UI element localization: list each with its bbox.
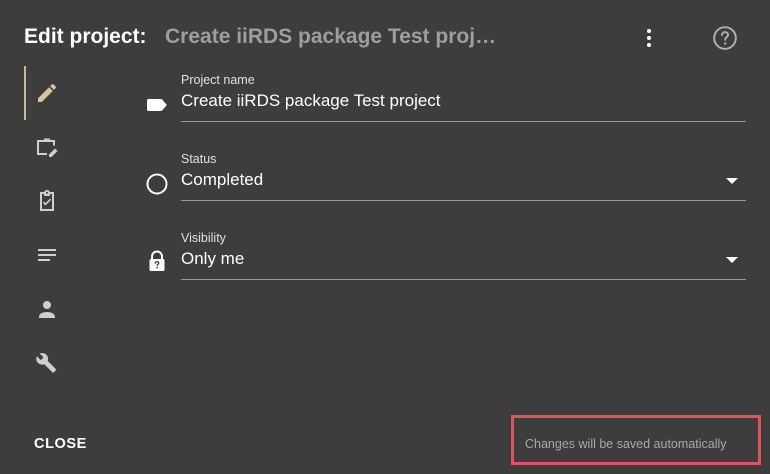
project-name-label: Project name [181,73,255,87]
project-name-field: Project name [145,73,746,131]
tools-icon [36,352,57,373]
status-underline [181,200,746,201]
dialog-title-project-name: Create iiRDS package Test project [165,25,505,48]
help-circle-icon [713,26,737,50]
label-tag-icon [145,93,169,117]
help-button[interactable] [709,22,741,54]
more-options-button[interactable] [633,22,665,54]
nav-item-settings[interactable] [24,336,70,390]
lock-question-icon [145,249,169,273]
edit-project-dialog: Edit project: Create iiRDS package Test … [0,0,770,474]
briefcase-edit-icon [37,138,58,157]
visibility-select-value[interactable]: Only me [181,249,711,269]
dialog-title-label: Edit project: [24,25,147,48]
status-select-value[interactable]: Completed [181,170,711,190]
more-vert-icon [647,29,651,47]
status-field[interactable]: Status Completed [145,152,746,210]
project-name-underline [181,121,746,122]
status-label: Status [181,152,217,166]
nav-item-tasks[interactable] [24,174,70,228]
project-name-input[interactable] [181,91,711,111]
text-lines-icon [38,249,56,261]
dialog-header: Edit project: Create iiRDS package Test … [0,18,770,58]
visibility-dropdown-arrow-icon[interactable] [726,257,738,263]
nav-item-members[interactable] [24,282,70,336]
nav-item-project-details[interactable] [24,120,70,174]
visibility-field[interactable]: Visibility Only me [145,231,746,289]
circle-outline-icon [145,172,169,196]
visibility-underline [181,279,746,280]
person-icon [39,301,55,318]
pencil-icon [38,83,57,102]
nav-item-general[interactable] [24,66,70,120]
close-button[interactable]: CLOSE [34,436,87,452]
side-navigation [24,66,70,390]
autosave-message: Changes will be saved automatically [525,437,727,451]
nav-item-description[interactable] [24,228,70,282]
status-dropdown-arrow-icon[interactable] [726,178,738,184]
visibility-label: Visibility [181,231,226,245]
clipboard-check-icon [40,190,54,211]
